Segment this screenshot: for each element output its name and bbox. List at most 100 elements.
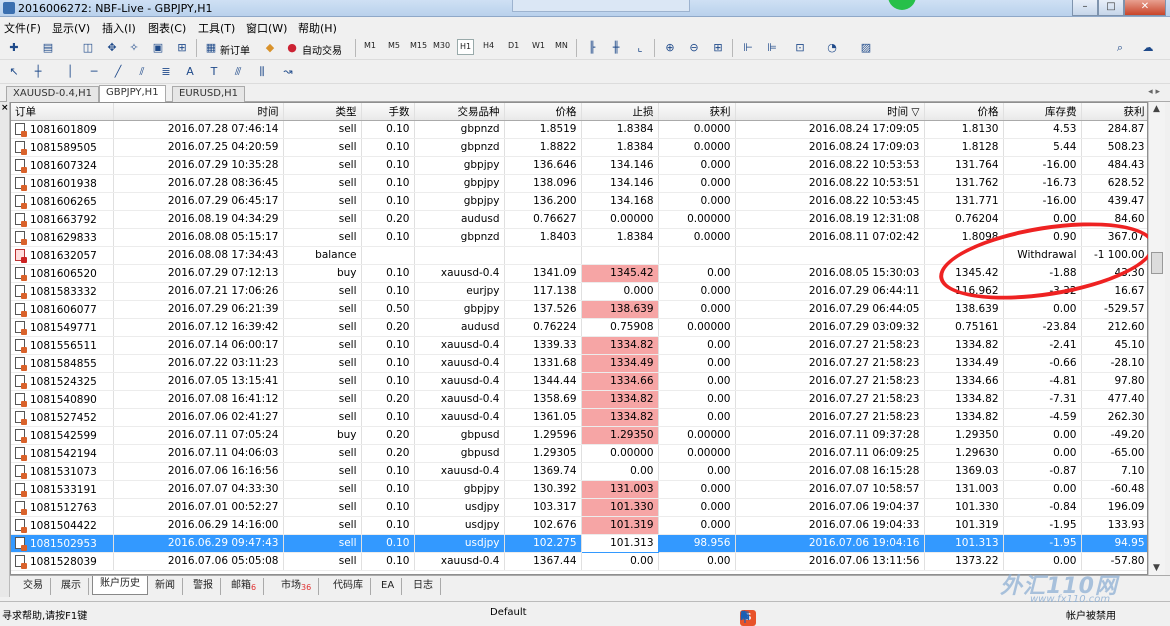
new-chart-icon[interactable]: ✚ bbox=[6, 40, 22, 56]
candlestick-icon[interactable]: ╫ bbox=[608, 40, 624, 56]
menu-view[interactable]: 显示(V) bbox=[52, 20, 90, 36]
table-row[interactable]: 1081527452 2016.07.06 02:41:27 sell 0.10 xau… bbox=[11, 408, 1147, 427]
scroll-up-icon[interactable]: ▲ bbox=[1153, 104, 1160, 114]
table-row[interactable]: 1081601938 2016.07.28 08:36:45 sell 0.10 gbp… bbox=[11, 174, 1147, 193]
profiles-icon[interactable]: ▤ bbox=[40, 40, 56, 56]
fibonacci-icon[interactable]: ≣ bbox=[158, 64, 174, 80]
tab-mailbox[interactable]: 邮箱6 bbox=[224, 578, 265, 595]
col-price[interactable]: 价格 bbox=[504, 103, 582, 121]
vertical-scrollbar[interactable]: ▲ ▼ bbox=[1148, 102, 1165, 575]
tab-code-base[interactable]: 代码库 bbox=[326, 578, 371, 595]
col-order[interactable]: 订单 bbox=[11, 103, 114, 121]
table-row[interactable]: 1081542599 2016.07.11 07:05:24 buy 0.20 gbpu… bbox=[11, 426, 1147, 445]
table-row[interactable]: 1081663792 2016.08.19 04:34:29 sell 0.20 aud… bbox=[11, 210, 1147, 229]
maximize-button[interactable]: □ bbox=[1098, 0, 1124, 16]
menu-tools[interactable]: 工具(T) bbox=[198, 20, 235, 36]
tab-exposure[interactable]: 展示 bbox=[54, 578, 89, 595]
col-tp[interactable]: 获利 bbox=[658, 103, 736, 121]
scroll-thumb[interactable] bbox=[1151, 252, 1163, 274]
navigator-icon[interactable]: ✧ bbox=[126, 40, 142, 56]
auto-scroll-icon[interactable]: ⊫ bbox=[764, 40, 780, 56]
market-watch-icon[interactable]: ◫ bbox=[80, 40, 96, 56]
chart-shift-icon[interactable]: ⊩ bbox=[740, 40, 756, 56]
tile-windows-icon[interactable]: ⊞ bbox=[710, 40, 726, 56]
indicators-icon[interactable]: ⊡ bbox=[792, 40, 808, 56]
table-row[interactable]: 1081589505 2016.07.25 04:20:59 sell 0.10 gbp… bbox=[11, 138, 1147, 157]
tab-alerts[interactable]: 警报 bbox=[186, 578, 221, 595]
arrows-icon[interactable]: ↝ bbox=[280, 64, 296, 80]
tab-trade[interactable]: 交易 bbox=[16, 578, 51, 595]
tab-scroll-arrows-icon[interactable]: ◂ ▸ bbox=[1148, 87, 1160, 97]
chart-tab-eurusd[interactable]: EURUSD,H1 bbox=[172, 86, 246, 102]
terminal-icon[interactable]: ▣ bbox=[150, 40, 166, 56]
zoom-out-icon[interactable]: ⊖ bbox=[686, 40, 702, 56]
table-row[interactable]: 1081540890 2016.07.08 16:41:12 sell 0.20 xau… bbox=[11, 390, 1147, 409]
zoom-in-icon[interactable]: ⊕ bbox=[662, 40, 678, 56]
gann-icon[interactable]: ⫼ bbox=[254, 64, 270, 80]
vertical-line-icon[interactable]: │ bbox=[62, 64, 78, 80]
new-order-icon[interactable]: ▦ bbox=[203, 40, 219, 56]
cursor-icon[interactable]: ↖ bbox=[6, 64, 22, 80]
new-order-button[interactable]: 新订单 bbox=[220, 42, 250, 57]
timeframe-m1[interactable]: M1 bbox=[364, 41, 376, 50]
table-row[interactable]: 1081528039 2016.07.06 05:05:08 sell 0.10 xau… bbox=[11, 552, 1147, 571]
tab-account-history[interactable]: 账户历史 bbox=[92, 576, 148, 595]
timeframe-m5[interactable]: M5 bbox=[388, 41, 400, 50]
metaeditor-icon[interactable]: ◆ bbox=[262, 40, 278, 56]
col-profit[interactable]: 获利 bbox=[1081, 103, 1147, 121]
close-terminal-icon[interactable]: × bbox=[1, 103, 9, 113]
table-row[interactable]: 1081502953 2016.06.29 09:47:43 sell 0.10 usd… bbox=[11, 533, 1147, 553]
line-chart-icon[interactable]: ⌞ bbox=[632, 40, 648, 56]
col-sl[interactable]: 止损 bbox=[581, 103, 659, 121]
timeframe-mn[interactable]: MN bbox=[555, 41, 568, 50]
table-row[interactable]: 1081607324 2016.07.29 10:35:28 sell 0.10 gbp… bbox=[11, 156, 1147, 175]
table-row[interactable]: 1081533191 2016.07.07 04:33:30 sell 0.10 gbp… bbox=[11, 480, 1147, 499]
text-icon[interactable]: A bbox=[182, 64, 198, 80]
table-row[interactable]: 1081512763 2016.07.01 00:52:27 sell 0.10 usd… bbox=[11, 498, 1147, 517]
menu-window[interactable]: 窗口(W) bbox=[246, 20, 287, 36]
table-row[interactable]: 1081531073 2016.07.06 16:16:56 sell 0.10 xau… bbox=[11, 462, 1147, 481]
col-size[interactable]: 手数 bbox=[361, 103, 415, 121]
table-row[interactable]: 1081606077 2016.07.29 06:21:39 sell 0.50 gbp… bbox=[11, 300, 1147, 319]
timeframe-w1[interactable]: W1 bbox=[532, 41, 545, 50]
minimize-button[interactable]: – bbox=[1072, 0, 1098, 16]
strategy-tester-icon[interactable]: ⊞ bbox=[174, 40, 190, 56]
text-label-icon[interactable]: T bbox=[206, 64, 222, 80]
table-row[interactable]: 1081556511 2016.07.14 06:00:17 sell 0.10 xau… bbox=[11, 336, 1147, 355]
channels-icon[interactable]: ⫻ bbox=[230, 64, 246, 80]
timeframe-h4[interactable]: H4 bbox=[483, 41, 494, 50]
menu-insert[interactable]: 插入(I) bbox=[102, 20, 136, 36]
tab-journal[interactable]: 日志 bbox=[406, 578, 441, 595]
scroll-down-icon[interactable]: ▼ bbox=[1153, 563, 1160, 573]
crosshair-icon[interactable]: ┼ bbox=[30, 64, 46, 80]
col-type[interactable]: 类型 bbox=[283, 103, 362, 121]
timeframe-d1[interactable]: D1 bbox=[508, 41, 519, 50]
timeframe-m15[interactable]: M15 bbox=[410, 41, 427, 50]
tab-experts[interactable]: EA bbox=[374, 578, 403, 595]
col-symbol[interactable]: 交易品种 bbox=[414, 103, 505, 121]
horizontal-line-icon[interactable]: ─ bbox=[86, 64, 102, 80]
table-row[interactable]: 1081504422 2016.06.29 14:16:00 sell 0.10 usd… bbox=[11, 516, 1147, 535]
menu-file[interactable]: 文件(F) bbox=[4, 20, 41, 36]
table-row[interactable]: 1081549771 2016.07.12 16:39:42 sell 0.20 aud… bbox=[11, 318, 1147, 337]
data-window-icon[interactable]: ✥ bbox=[104, 40, 120, 56]
table-row[interactable]: 1081524325 2016.07.05 13:15:41 sell 0.10 xau… bbox=[11, 372, 1147, 391]
col-open-time[interactable]: 时间 bbox=[113, 103, 284, 121]
col-swap[interactable]: 库存费 bbox=[1003, 103, 1082, 121]
table-row[interactable]: 1081584855 2016.07.22 03:11:23 sell 0.10 xau… bbox=[11, 354, 1147, 373]
chat-icon[interactable]: ☁ bbox=[1140, 40, 1156, 56]
tab-market[interactable]: 市场36 bbox=[274, 578, 320, 595]
chart-tab-gbpjpy[interactable]: GBPJPY,H1 bbox=[99, 85, 166, 102]
chart-tab-xauusd[interactable]: XAUUSD-0.4,H1 bbox=[6, 86, 99, 102]
table-row[interactable]: 1081601809 2016.07.28 07:46:14 sell 0.10 gbp… bbox=[11, 120, 1147, 139]
search-icon[interactable]: ⌕ bbox=[1112, 40, 1128, 56]
timeframe-h1[interactable]: H1 bbox=[457, 39, 475, 55]
col-close-price[interactable]: 价格 bbox=[924, 103, 1004, 121]
close-button[interactable]: ✕ bbox=[1124, 0, 1166, 16]
tab-news[interactable]: 新闻 bbox=[148, 578, 183, 595]
periods-icon[interactable]: ◔ bbox=[824, 40, 840, 56]
templates-icon[interactable]: ▨ bbox=[858, 40, 874, 56]
trendline-icon[interactable]: ╱ bbox=[110, 64, 126, 80]
table-row[interactable]: 1081606265 2016.07.29 06:45:17 sell 0.10 gbp… bbox=[11, 192, 1147, 211]
menu-help[interactable]: 帮助(H) bbox=[298, 20, 337, 36]
